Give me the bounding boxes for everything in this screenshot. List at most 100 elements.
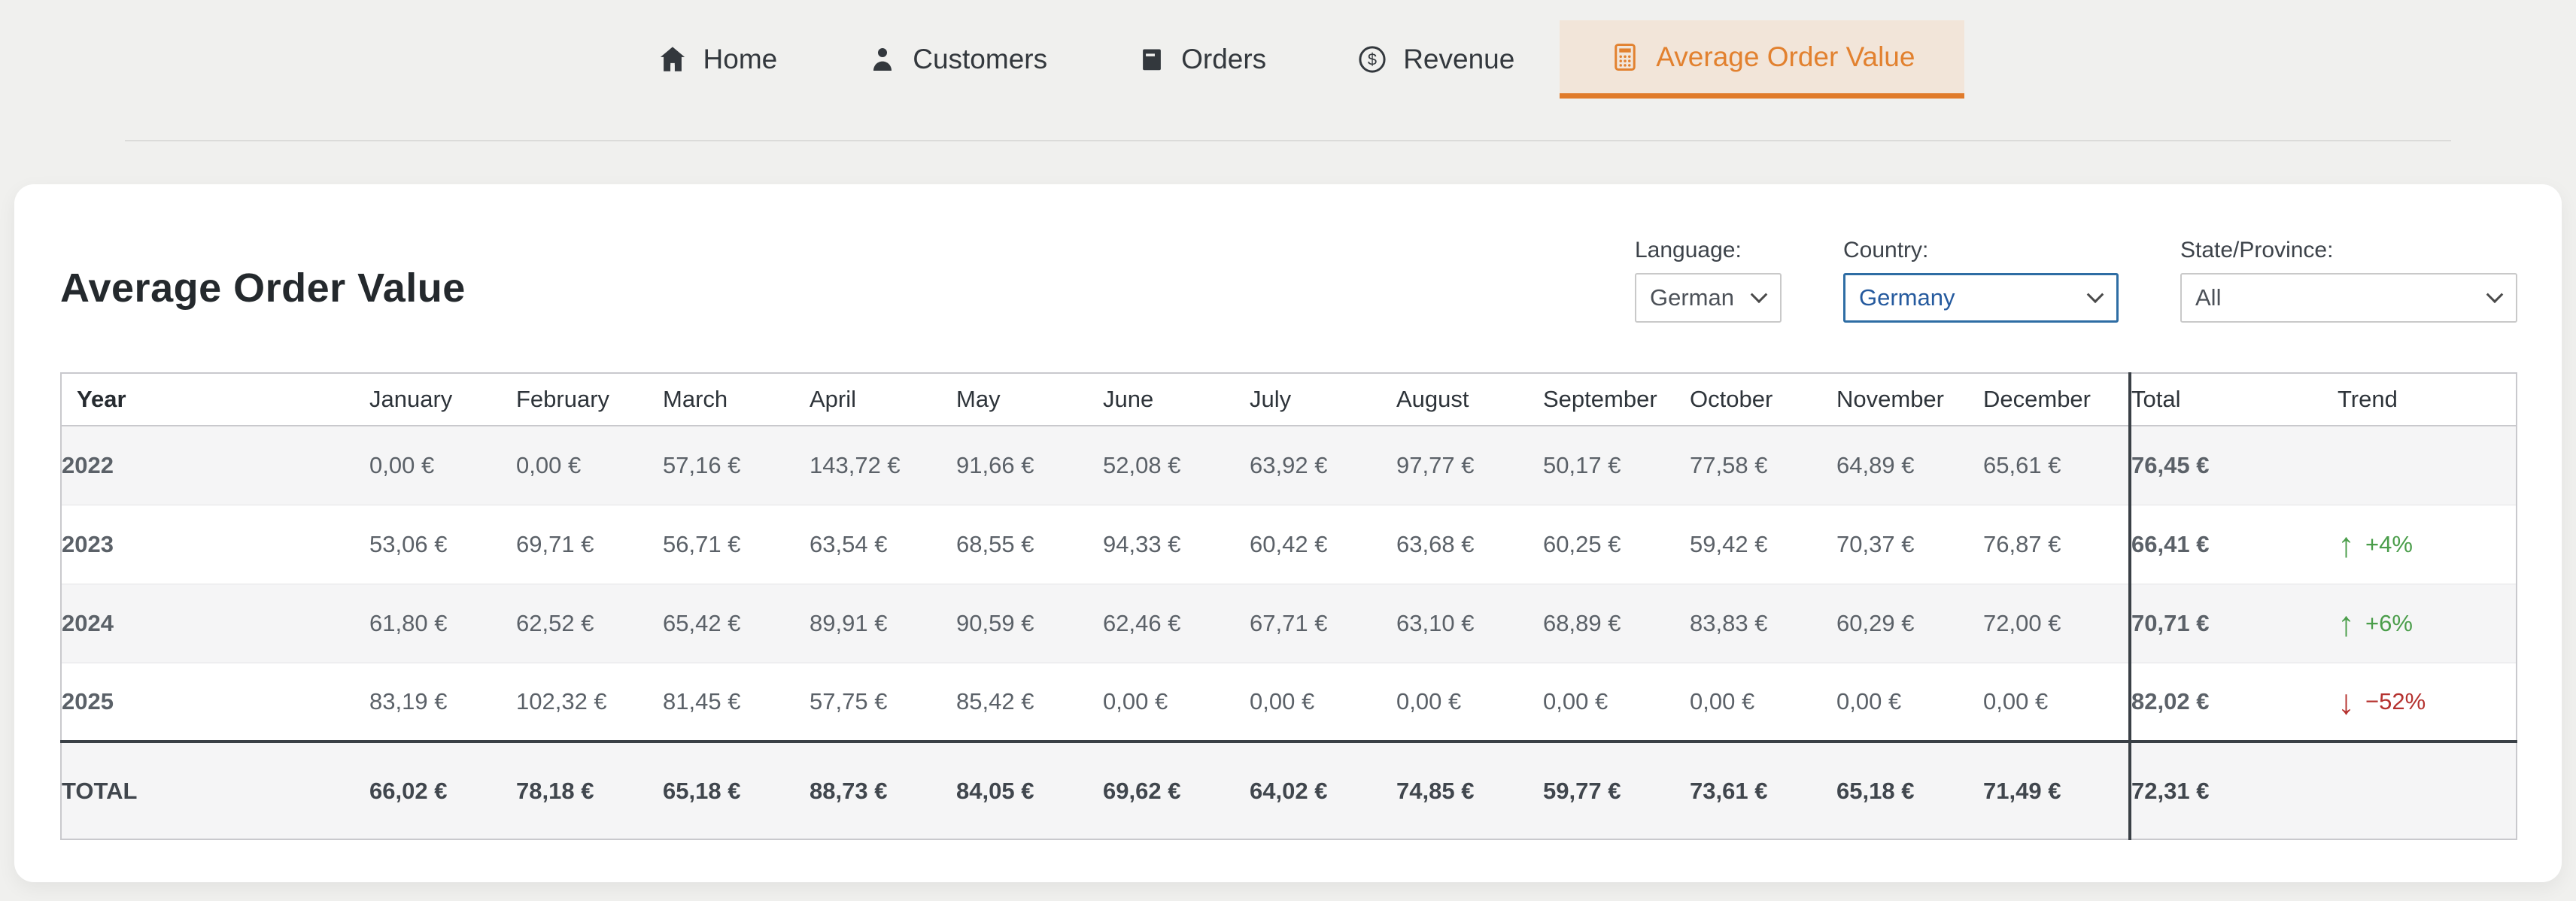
- page-title: Average Order Value: [60, 265, 466, 311]
- table-row: 202461,80 €62,52 €65,42 €89,91 €90,59 €6…: [61, 584, 2517, 663]
- nav-item-customers[interactable]: Customers: [867, 20, 1047, 99]
- nav-item-label: Home: [703, 44, 778, 75]
- year-cell: 2025: [61, 663, 369, 742]
- month-value-cell: 83,83 €: [1690, 584, 1836, 663]
- aov-table: YearJanuaryFebruaryMarchAprilMayJuneJuly…: [60, 372, 2517, 840]
- calculator-icon: [1609, 41, 1641, 74]
- column-header-trend: Trend: [2338, 373, 2517, 426]
- month-value-cell: 102,32 €: [516, 663, 663, 742]
- table-total-row: TOTAL66,02 €78,18 €65,18 €88,73 €84,05 €…: [61, 742, 2517, 839]
- state-value: All: [2195, 284, 2221, 311]
- svg-text:$: $: [1368, 50, 1377, 69]
- month-value-cell: 66,02 €: [369, 742, 516, 839]
- total-value-cell: 70,71 €: [2130, 584, 2338, 663]
- top-navigation: Home Customers Orders $Revenue Average Order…: [0, 0, 2576, 141]
- column-header-september: September: [1543, 373, 1690, 426]
- month-value-cell: 0,00 €: [369, 426, 516, 505]
- trend-label: +4%: [2365, 531, 2413, 558]
- month-value-cell: 143,72 €: [810, 426, 956, 505]
- month-value-cell: 63,92 €: [1250, 426, 1396, 505]
- year-cell: 2024: [61, 584, 369, 663]
- content-card: Average Order Value Language: German Cou…: [14, 184, 2562, 882]
- month-value-cell: 65,18 €: [1836, 742, 1983, 839]
- trend-label: −52%: [2365, 688, 2426, 715]
- table-header-row: YearJanuaryFebruaryMarchAprilMayJuneJuly…: [61, 373, 2517, 426]
- month-value-cell: 76,87 €: [1983, 505, 2130, 584]
- trend-up-arrow-icon: ↑: [2338, 527, 2355, 562]
- month-value-cell: 60,25 €: [1543, 505, 1690, 584]
- month-value-cell: 70,37 €: [1836, 505, 1983, 584]
- month-value-cell: 85,42 €: [956, 663, 1103, 742]
- month-value-cell: 65,18 €: [663, 742, 810, 839]
- language-label: Language:: [1635, 238, 1782, 263]
- month-value-cell: 60,29 €: [1836, 584, 1983, 663]
- trend-cell: [2338, 742, 2517, 839]
- month-value-cell: 68,55 €: [956, 505, 1103, 584]
- month-value-cell: 62,46 €: [1103, 584, 1250, 663]
- month-value-cell: 0,00 €: [1836, 663, 1983, 742]
- orders-icon: [1138, 44, 1166, 74]
- column-header-july: July: [1250, 373, 1396, 426]
- month-value-cell: 69,62 €: [1103, 742, 1250, 839]
- month-value-cell: 56,71 €: [663, 505, 810, 584]
- month-value-cell: 0,00 €: [1983, 663, 2130, 742]
- month-value-cell: 81,45 €: [663, 663, 810, 742]
- month-value-cell: 84,05 €: [956, 742, 1103, 839]
- month-value-cell: 65,61 €: [1983, 426, 2130, 505]
- month-value-cell: 59,77 €: [1543, 742, 1690, 839]
- nav-item-revenue[interactable]: $Revenue: [1356, 20, 1514, 99]
- year-cell: 2023: [61, 505, 369, 584]
- country-select[interactable]: Germany: [1843, 273, 2119, 323]
- trend-cell: ↑+6%: [2338, 584, 2517, 663]
- nav-item-label: Customers: [913, 44, 1047, 75]
- country-value: Germany: [1859, 284, 1955, 311]
- month-value-cell: 64,02 €: [1250, 742, 1396, 839]
- month-value-cell: 63,54 €: [810, 505, 956, 584]
- month-value-cell: 0,00 €: [1543, 663, 1690, 742]
- language-value: German: [1650, 284, 1734, 311]
- month-value-cell: 60,42 €: [1250, 505, 1396, 584]
- column-header-january: January: [369, 373, 516, 426]
- nav-divider: [125, 140, 2451, 141]
- month-value-cell: 50,17 €: [1543, 426, 1690, 505]
- month-value-cell: 0,00 €: [1250, 663, 1396, 742]
- language-filter: Language: German: [1635, 238, 1782, 323]
- month-value-cell: 53,06 €: [369, 505, 516, 584]
- language-select[interactable]: German: [1635, 273, 1782, 323]
- month-value-cell: 67,71 €: [1250, 584, 1396, 663]
- customers-icon: [867, 44, 898, 74]
- column-header-may: May: [956, 373, 1103, 426]
- month-value-cell: 88,73 €: [810, 742, 956, 839]
- year-cell: TOTAL: [61, 742, 369, 839]
- nav-item-average-order-value[interactable]: Average Order Value: [1560, 20, 1964, 99]
- trend-label: +6%: [2365, 610, 2413, 637]
- month-value-cell: 63,10 €: [1396, 584, 1543, 663]
- nav-item-label: Orders: [1181, 44, 1266, 75]
- state-filter: State/Province: All: [2180, 238, 2517, 323]
- total-value-cell: 72,31 €: [2130, 742, 2338, 839]
- total-value-cell: 66,41 €: [2130, 505, 2338, 584]
- chevron-down-icon: [2087, 286, 2104, 303]
- chevron-down-icon: [2486, 286, 2504, 303]
- nav-item-home[interactable]: Home: [657, 20, 778, 99]
- nav-item-orders[interactable]: Orders: [1138, 20, 1266, 99]
- month-value-cell: 73,61 €: [1690, 742, 1836, 839]
- month-value-cell: 94,33 €: [1103, 505, 1250, 584]
- month-value-cell: 57,16 €: [663, 426, 810, 505]
- month-value-cell: 65,42 €: [663, 584, 810, 663]
- month-value-cell: 64,89 €: [1836, 426, 1983, 505]
- filters: Language: German Country: Germany State/…: [1635, 238, 2517, 323]
- state-label: State/Province:: [2180, 238, 2517, 263]
- state-select[interactable]: All: [2180, 273, 2517, 323]
- country-filter: Country: Germany: [1843, 238, 2119, 323]
- month-value-cell: 59,42 €: [1690, 505, 1836, 584]
- month-value-cell: 61,80 €: [369, 584, 516, 663]
- month-value-cell: 63,68 €: [1396, 505, 1543, 584]
- month-value-cell: 83,19 €: [369, 663, 516, 742]
- nav-item-label: Average Order Value: [1656, 41, 1915, 73]
- trend-down-arrow-icon: ↓: [2338, 684, 2355, 719]
- month-value-cell: 69,71 €: [516, 505, 663, 584]
- column-header-june: June: [1103, 373, 1250, 426]
- month-value-cell: 62,52 €: [516, 584, 663, 663]
- month-value-cell: 57,75 €: [810, 663, 956, 742]
